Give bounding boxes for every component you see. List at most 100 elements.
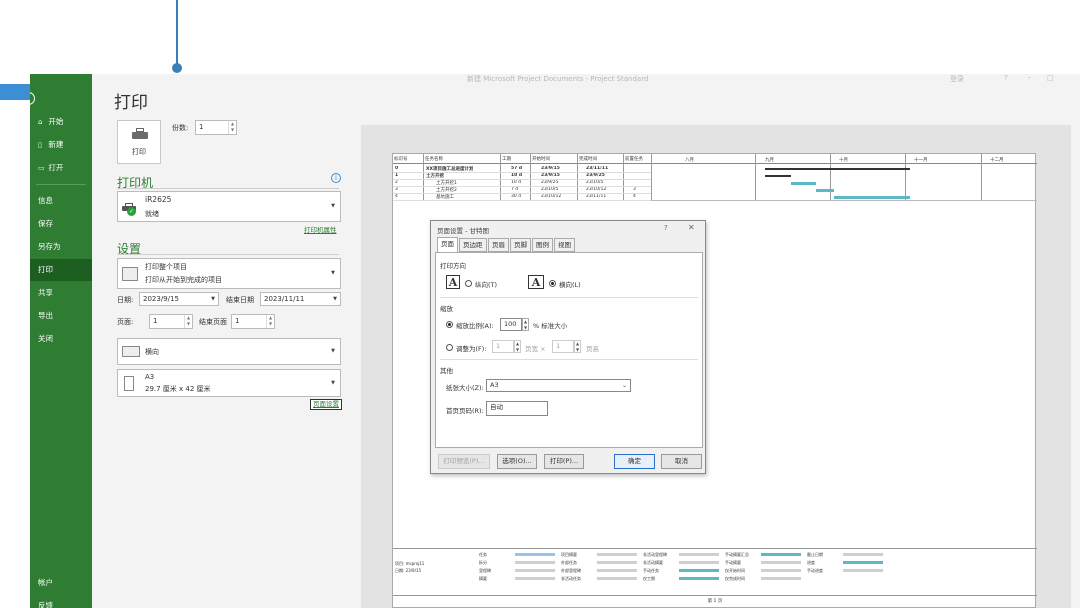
gantt-cell: 30 d xyxy=(511,194,522,199)
options-button[interactable]: 选项(O)... xyxy=(497,454,537,469)
end-date-label: 结束日期 xyxy=(226,296,254,304)
legend-swatch xyxy=(597,561,637,564)
copies-input[interactable]: 1 ▲ ▼ xyxy=(195,120,237,135)
sidebar-item-new[interactable]: ▯ 新建 xyxy=(30,134,92,156)
sidebar-item-account[interactable]: 帐户 xyxy=(30,572,92,594)
fit-tall-input[interactable]: 1 xyxy=(552,340,574,353)
sidebar-item-print[interactable]: 打印 xyxy=(30,259,92,281)
gantt-cell: 57 d xyxy=(511,166,523,171)
grid-line xyxy=(651,154,652,200)
printer-name: iR2625 xyxy=(145,195,172,204)
grid-line xyxy=(905,154,906,200)
first-page-input[interactable]: 自动 xyxy=(486,401,548,416)
sign-in-link[interactable]: 登录 xyxy=(950,74,964,84)
fit-to-radio[interactable] xyxy=(446,344,453,351)
adjust-spinner[interactable]: ▲ ▼ xyxy=(522,318,529,331)
legend-swatch xyxy=(515,553,555,556)
sidebar-item-feedback[interactable]: 反馈 xyxy=(30,595,92,608)
copies-spinner[interactable]: ▲ ▼ xyxy=(228,121,236,134)
legend-label: 手动摘要 xyxy=(725,560,741,565)
start-date-select[interactable]: 2023/9/15 ▼ xyxy=(139,292,219,306)
fit-wide-input[interactable]: 1 xyxy=(492,340,514,353)
tab-view[interactable]: 视图 xyxy=(554,238,575,252)
sidebar-item-open[interactable]: ▭ 打开 xyxy=(30,157,92,179)
annotation-line xyxy=(176,0,178,66)
print-range-subtitle: 打印从开始到完成的项目 xyxy=(145,276,222,284)
adjust-to-radio[interactable] xyxy=(446,321,453,328)
page-spinner[interactable]: ▲ ▼ xyxy=(266,315,274,328)
sidebar-item-home[interactable]: ⌂ 开始 xyxy=(30,111,92,133)
printer-icon xyxy=(132,128,148,141)
portrait-radio[interactable] xyxy=(465,280,472,287)
printer-properties-link[interactable]: 打印机属性 xyxy=(304,224,337,234)
grid-line xyxy=(393,193,651,194)
info-icon[interactable]: i xyxy=(331,173,341,183)
chevron-down-icon: ▼ xyxy=(331,270,335,276)
orientation-select[interactable]: 横向 ▼ xyxy=(117,338,341,365)
page-setup-link[interactable]: 页面设置 xyxy=(310,399,342,410)
legend-swatch xyxy=(597,569,637,572)
legend-label: 外部里程碑 xyxy=(561,568,581,573)
summary-bar xyxy=(765,175,791,177)
tab-legend[interactable]: 图例 xyxy=(532,238,553,252)
dialog-print-button[interactable]: 打印(P)... xyxy=(544,454,584,469)
maximize-button[interactable]: □ xyxy=(1047,74,1054,82)
fit-wide-spinner[interactable]: ▲ ▼ xyxy=(514,340,521,353)
page-footer: 第 1 页 xyxy=(707,599,723,604)
legend-swatch xyxy=(761,577,801,580)
sidebar-item-save-as[interactable]: 另存为 xyxy=(30,236,92,258)
page-spinner[interactable]: ▲ ▼ xyxy=(184,315,192,328)
print-range-icon xyxy=(122,267,138,281)
help-icon[interactable]: ? xyxy=(664,224,668,232)
landscape-label: 横向(L) xyxy=(559,281,581,289)
legend-swatch xyxy=(597,553,637,556)
back-arrow-icon[interactable] xyxy=(30,92,35,105)
printer-select[interactable]: ✓ iR2625 就绪 ▼ xyxy=(117,191,341,222)
column-header: 前置任务 xyxy=(625,157,643,162)
sidebar-item-save[interactable]: 保存 xyxy=(30,213,92,235)
tab-page[interactable]: 页面 xyxy=(437,237,458,253)
tab-footer[interactable]: 页脚 xyxy=(510,238,531,252)
cancel-button[interactable]: 取消 xyxy=(661,454,702,469)
print-button[interactable]: 打印 xyxy=(117,120,161,164)
sidebar-item-close[interactable]: 关闭 xyxy=(30,328,92,350)
print-range-title: 打印整个项目 xyxy=(145,263,187,271)
adjust-percent-input[interactable]: 100 xyxy=(500,318,522,331)
paper-size-select[interactable]: A3 ⌄ xyxy=(486,379,631,392)
group-divider xyxy=(440,359,698,360)
tab-margins[interactable]: 页边距 xyxy=(459,238,487,252)
paper-size-select[interactable]: A3 29.7 厘米 x 42 厘米 ▼ xyxy=(117,369,341,397)
legend-label: 手动摘要汇总 xyxy=(725,552,749,557)
legend-label: 手动进度 xyxy=(807,568,823,573)
help-button[interactable]: ? xyxy=(1004,74,1008,82)
end-date-select[interactable]: 2023/11/11 ▼ xyxy=(260,292,341,306)
legend-swatch xyxy=(515,569,555,572)
print-preview-button[interactable]: 打印预览(P)... xyxy=(438,454,490,469)
legend-label: 摘要 xyxy=(479,576,487,581)
minimize-button[interactable]: - xyxy=(1028,74,1031,82)
start-page-input[interactable]: 1 ▲ ▼ xyxy=(149,314,193,329)
gantt-cell: 23/10/5 xyxy=(586,180,604,185)
sidebar-divider xyxy=(36,184,86,185)
tab-header[interactable]: 页眉 xyxy=(488,238,509,252)
legend-label: 外部任务 xyxy=(561,560,577,565)
page-title: 打印 xyxy=(114,93,148,113)
end-page-input[interactable]: 1 ▲ ▼ xyxy=(231,314,275,329)
fit-tall-spinner[interactable]: ▲ ▼ xyxy=(574,340,581,353)
landscape-radio[interactable] xyxy=(549,280,556,287)
column-header: 任务名称 xyxy=(425,157,443,162)
legend-label: 仅开始时间 xyxy=(725,568,745,573)
decor-bar-left xyxy=(0,84,30,100)
legend-label: 非活动任务 xyxy=(561,576,581,581)
ready-check-icon: ✓ xyxy=(127,207,136,216)
grid-line xyxy=(393,186,651,187)
sidebar-item-share[interactable]: 共享 xyxy=(30,282,92,304)
sidebar-item-info[interactable]: 信息 xyxy=(30,190,92,212)
print-range-select[interactable]: 打印整个项目 打印从开始到完成的项目 ▼ xyxy=(117,258,341,289)
summary-bar xyxy=(765,168,911,170)
orientation-value: 横向 xyxy=(145,348,159,356)
ok-button[interactable]: 确定 xyxy=(614,454,655,469)
gantt-cell: 23/11/11 xyxy=(586,194,607,199)
close-icon[interactable]: ✕ xyxy=(688,223,695,232)
sidebar-item-export[interactable]: 导出 xyxy=(30,305,92,327)
